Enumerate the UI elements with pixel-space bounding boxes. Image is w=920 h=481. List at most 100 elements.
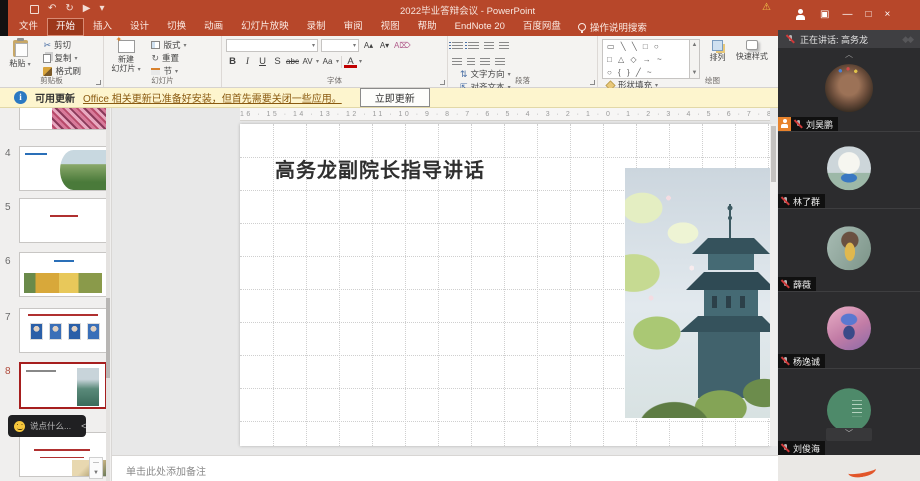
slide-3-thumbnail[interactable] [19, 108, 107, 130]
participant-tile[interactable]: 杨逸诚 [778, 291, 920, 368]
align-left-icon[interactable] [452, 58, 462, 66]
panel-scroll-buttons[interactable]: — ▼ [89, 457, 103, 479]
align-right-icon[interactable] [480, 58, 490, 66]
font-size-select[interactable]: ▾ [321, 39, 359, 52]
strikethrough-button[interactable]: abc [286, 55, 299, 68]
slide-8-thumbnail-selected[interactable] [19, 362, 107, 409]
maximize-icon[interactable]: □ [865, 0, 871, 30]
clear-formatting-button[interactable]: A⌦ [394, 39, 411, 52]
shapes-gallery[interactable]: ▭ ╲ ╲ □ ○ □ △ ◇ → ~ ○ { } ╱ ~ [602, 39, 690, 79]
underline-button[interactable]: U [256, 55, 269, 68]
notes-pane[interactable]: 单击此处添加备注 [112, 455, 778, 481]
tell-me-search[interactable]: 操作说明搜索 [570, 18, 655, 36]
avatar [827, 388, 871, 432]
tab-insert[interactable]: 插入 [84, 18, 121, 36]
tab-animations[interactable]: 动画 [195, 18, 232, 36]
mic-muted-icon [781, 279, 790, 289]
tab-review[interactable]: 审阅 [335, 18, 372, 36]
chat-input-widget[interactable]: 说点什么... < [8, 415, 86, 437]
new-slide-button[interactable]: 新建幻灯片 ▾ [108, 39, 144, 75]
layout-button[interactable]: 版式 ▾ [151, 39, 186, 51]
avatar [827, 226, 871, 270]
section-icon [151, 68, 160, 75]
grow-font-button[interactable]: A▴ [362, 39, 375, 52]
tab-view[interactable]: 视图 [372, 18, 409, 36]
slide-5-thumbnail[interactable] [19, 198, 107, 243]
collapse-up-icon[interactable]: ︿ [845, 49, 853, 60]
save-icon[interactable] [30, 5, 39, 14]
slideshow-icon[interactable]: ▶ [83, 2, 91, 16]
panel-icon[interactable]: ▣ [820, 0, 829, 30]
emoji-icon[interactable] [14, 421, 25, 432]
expand-down-icon[interactable]: ﹀ [826, 428, 872, 441]
host-icon [778, 117, 791, 131]
chat-placeholder[interactable]: 说点什么... [30, 420, 71, 432]
bold-button[interactable]: B [226, 55, 239, 68]
shapes-gallery-scroll[interactable]: ▲ ▼ [690, 39, 700, 79]
font-dialog-launcher[interactable] [440, 80, 445, 85]
tab-help[interactable]: 帮助 [409, 18, 446, 36]
reset-button[interactable]: ↻重置 [151, 52, 186, 64]
tab-endnote[interactable]: EndNote 20 [446, 18, 514, 36]
font-name-select[interactable]: ▾ [226, 39, 318, 52]
close-icon[interactable]: × [885, 0, 891, 30]
slide-7-thumbnail[interactable] [19, 308, 107, 353]
numbering-icon[interactable] [468, 42, 479, 50]
tab-slideshow[interactable]: 幻灯片放映 [232, 18, 298, 36]
tab-baidu-netdisk[interactable]: 百度网盘 [514, 18, 570, 36]
clipboard-dialog-launcher[interactable] [96, 80, 101, 85]
italic-button[interactable]: I [241, 55, 254, 68]
tab-transitions[interactable]: 切换 [158, 18, 195, 36]
slide-canvas[interactable]: 高务龙副院长指导讲话 [240, 124, 770, 446]
slide-4-thumbnail[interactable] [19, 146, 107, 191]
align-center-icon[interactable] [467, 58, 475, 66]
tab-design[interactable]: 设计 [121, 18, 158, 36]
tab-home[interactable]: 开始 [47, 18, 84, 36]
minimize-icon[interactable]: — [842, 0, 852, 30]
change-case-button[interactable]: Aa [321, 55, 334, 68]
slide-6-thumbnail[interactable] [19, 252, 107, 297]
redo-icon[interactable]: ↻ [65, 2, 73, 16]
lightbulb-icon [578, 23, 586, 31]
thumbnail-scrollbar[interactable] [106, 108, 110, 481]
shapes-row: ▭ ╲ ╲ □ ○ [607, 40, 689, 53]
participant-tile[interactable]: 林了群 [778, 131, 920, 208]
paste-button[interactable]: 粘贴 ▾ [4, 39, 36, 70]
tab-record[interactable]: 录制 [298, 18, 335, 36]
arrange-button[interactable]: 排列 [704, 39, 730, 62]
text-shadow-button[interactable]: S [271, 55, 284, 68]
font-color-button[interactable]: A [344, 57, 357, 68]
undo-icon[interactable]: ↶ [48, 2, 56, 16]
paragraph-dialog-launcher[interactable] [590, 80, 595, 85]
participant-tile[interactable]: 薛薇 [778, 208, 920, 291]
shapes-row: □ △ ◇ → ~ [607, 53, 689, 66]
participant-tile[interactable]: ﹀ 刘俊海 [778, 368, 920, 455]
cut-button[interactable]: ✂剪切 [43, 39, 81, 51]
update-message-link[interactable]: Office 相关更新已准备好安装，但首先需要关闭一些应用。 [83, 90, 342, 105]
quick-styles-button[interactable]: 快速样式 [735, 39, 769, 61]
meeting-logo-icon: ◆◆ [902, 34, 912, 45]
participant-name: 杨逸诚 [793, 355, 820, 368]
character-spacing-button[interactable]: AV [301, 55, 314, 68]
shrink-font-button[interactable]: A▾ [378, 39, 391, 52]
slide-6-number: 6 [5, 256, 11, 267]
blossom-foliage [625, 168, 770, 418]
gallery-up-icon[interactable]: ▲ [692, 42, 698, 48]
quick-access-toolbar: ↶ ↻ ▶ ▾ [30, 2, 105, 16]
tower-photo[interactable] [625, 168, 770, 418]
decrease-indent-icon[interactable] [484, 42, 494, 50]
customize-toolbar-icon[interactable]: ▾ [99, 2, 104, 16]
copy-button[interactable]: 复制 ▾ [43, 52, 81, 64]
increase-indent-icon[interactable] [499, 42, 509, 50]
paste-icon [13, 40, 28, 57]
update-now-button[interactable]: 立即更新 [360, 88, 430, 107]
justify-icon[interactable] [495, 58, 505, 66]
canvas-scrollbar[interactable] [770, 124, 777, 446]
tab-file[interactable]: 文件 [10, 18, 47, 36]
participants-icon[interactable] [794, 9, 807, 21]
participant-tile[interactable]: ︿ 刘昊鹏 [778, 48, 920, 131]
collapse-left-icon[interactable]: < [81, 421, 86, 431]
slide-title-text[interactable]: 高务龙副院长指导讲话 [275, 154, 485, 183]
horizontal-ruler[interactable]: 16 · 15 · 14 · 13 · 12 · 11 · 10 · 9 · 8… [240, 108, 770, 121]
bullets-icon[interactable] [452, 42, 463, 50]
